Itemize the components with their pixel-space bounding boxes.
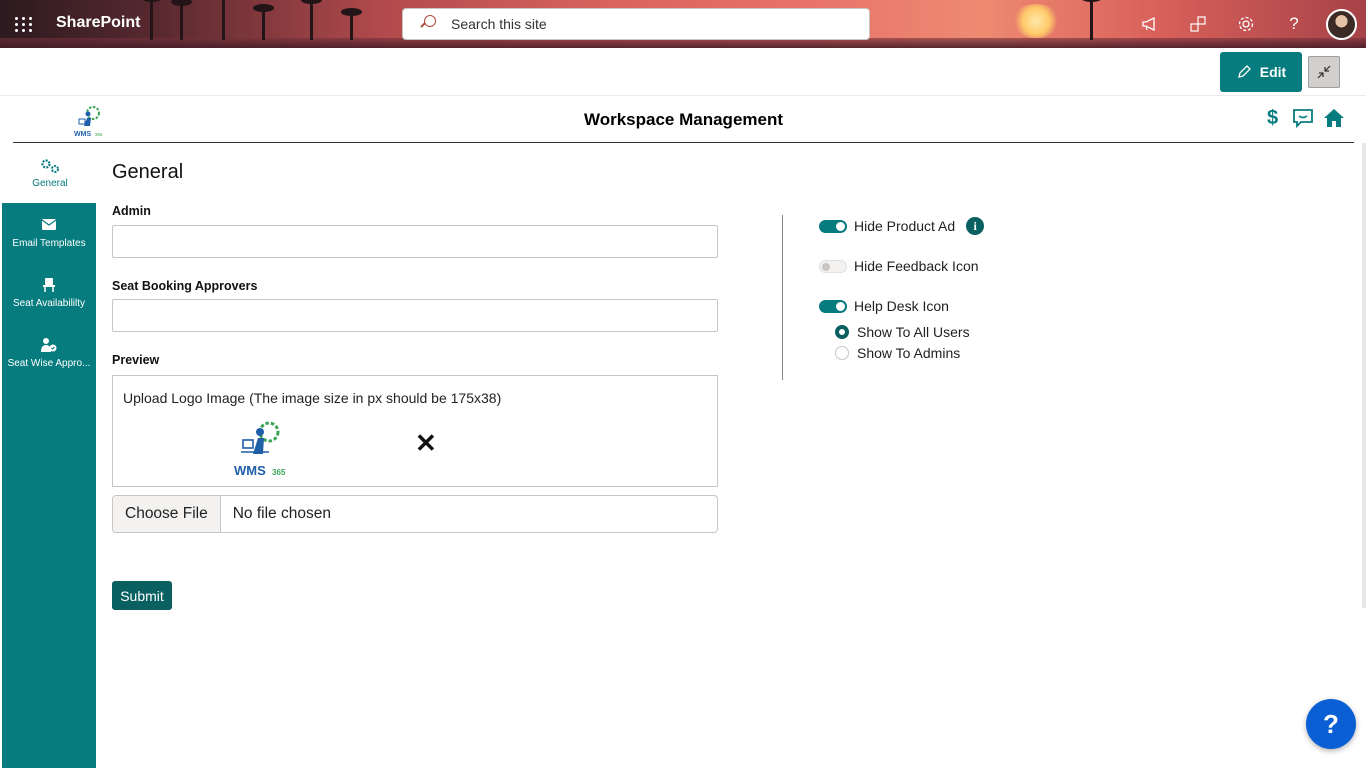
gears-icon <box>39 158 61 173</box>
logo-suffix: 365 <box>272 468 286 477</box>
radio-button[interactable] <box>835 325 849 339</box>
help-desk-icon-setting: Help Desk Icon <box>819 298 949 314</box>
sidebar-item-label: Seat Availabililty <box>12 297 86 309</box>
svg-text:WMS: WMS <box>74 131 91 138</box>
palm-tree <box>341 8 362 40</box>
divider <box>782 215 783 380</box>
command-bar: Edit <box>0 48 1366 96</box>
sidebar-item-email-templates[interactable]: Email Templates <box>2 203 96 263</box>
sharepoint-brand[interactable]: SharePoint <box>56 14 140 32</box>
help-desk-icon-toggle[interactable] <box>819 299 847 313</box>
background-sun <box>1012 4 1060 38</box>
pencil-icon <box>1237 65 1251 78</box>
svg-text:365: 365 <box>95 132 103 137</box>
feedback-icon[interactable] <box>1292 108 1314 133</box>
waffle-icon[interactable] <box>8 8 40 40</box>
hide-feedback-icon-toggle[interactable] <box>819 259 847 273</box>
choose-file-button[interactable]: Choose File <box>113 496 221 532</box>
sidebar-item-seat-availability[interactable]: Seat Availabililty <box>2 263 96 323</box>
avatar[interactable] <box>1326 9 1357 40</box>
logo-preview: Upload Logo Image (The image size in px … <box>112 375 718 487</box>
edit-button[interactable]: Edit <box>1220 52 1302 92</box>
admin-label: Admin <box>112 204 151 218</box>
gear-icon[interactable] <box>1232 10 1260 38</box>
scrollbar[interactable] <box>1362 143 1366 608</box>
user-check-icon <box>41 337 57 353</box>
palm-tree <box>141 0 162 40</box>
logo-text: WMS <box>234 463 266 478</box>
sidebar-item-seat-wise-approvers[interactable]: Seat Wise Appro... <box>2 323 96 383</box>
share-icon[interactable] <box>1184 10 1212 38</box>
sidebar-item-general[interactable]: General <box>2 143 96 203</box>
hide-feedback-icon-setting: Hide Feedback Icon <box>819 258 979 274</box>
palm-tree <box>301 0 322 40</box>
palm-tree <box>1081 0 1102 40</box>
chair-icon <box>43 277 55 293</box>
submit-button[interactable]: Submit <box>112 581 172 610</box>
help-icon[interactable]: ? <box>1280 10 1308 38</box>
admin-input[interactable] <box>112 225 718 258</box>
palm-tree <box>253 4 274 40</box>
hide-product-ad-toggle[interactable] <box>819 219 847 233</box>
help-fab-button[interactable]: ? <box>1306 699 1356 749</box>
approvers-input[interactable] <box>112 299 718 332</box>
app-title: Workspace Management <box>583 110 784 129</box>
file-input[interactable]: Choose File No file chosen <box>112 495 718 533</box>
radio-label: Show To Admins <box>857 345 961 361</box>
hide-feedback-icon-label: Hide Feedback Icon <box>854 258 979 274</box>
palm-tree <box>222 0 225 40</box>
collapse-icon[interactable] <box>1308 56 1340 88</box>
remove-logo-icon[interactable]: ✕ <box>415 430 437 456</box>
envelope-icon <box>41 218 57 233</box>
sidebar-item-label: Seat Wise Appro... <box>7 357 91 369</box>
search-box[interactable] <box>402 8 870 40</box>
sidebar-item-label: General <box>32 177 68 189</box>
wms-logo: WMS 365 <box>234 421 286 478</box>
home-icon[interactable] <box>1323 108 1345 133</box>
info-icon[interactable]: i <box>966 217 985 235</box>
sidebar-item-label: Email Templates <box>12 237 86 249</box>
megaphone-icon[interactable] <box>1136 10 1164 38</box>
file-status: No file chosen <box>232 505 331 522</box>
radio-button[interactable] <box>835 346 849 360</box>
sidebar: General Email Templates Seat Availabilil… <box>2 143 96 768</box>
help-desk-icon-label: Help Desk Icon <box>854 298 949 314</box>
approvers-label: Seat Booking Approvers <box>112 279 258 293</box>
palm-tree <box>171 0 192 40</box>
preview-label: Preview <box>112 353 160 367</box>
section-title: General <box>112 161 184 183</box>
radio-show-admins[interactable]: Show To Admins <box>835 345 960 361</box>
search-icon <box>417 13 439 35</box>
suite-bar: SharePoint ? <box>0 0 1366 48</box>
edit-label: Edit <box>1259 64 1287 80</box>
dollar-icon[interactable]: $ <box>1267 107 1278 130</box>
hide-product-ad-label: Hide Product Ad <box>854 218 956 234</box>
radio-show-all-users[interactable]: Show To All Users <box>835 324 970 340</box>
radio-label: Show To All Users <box>857 324 970 340</box>
search-input[interactable] <box>451 16 851 32</box>
hide-product-ad-setting: Hide Product Ad i <box>819 217 985 235</box>
upload-instructions: Upload Logo Image (The image size in px … <box>123 390 502 406</box>
app-header: WMS 365 Workspace Management $ <box>13 96 1354 143</box>
